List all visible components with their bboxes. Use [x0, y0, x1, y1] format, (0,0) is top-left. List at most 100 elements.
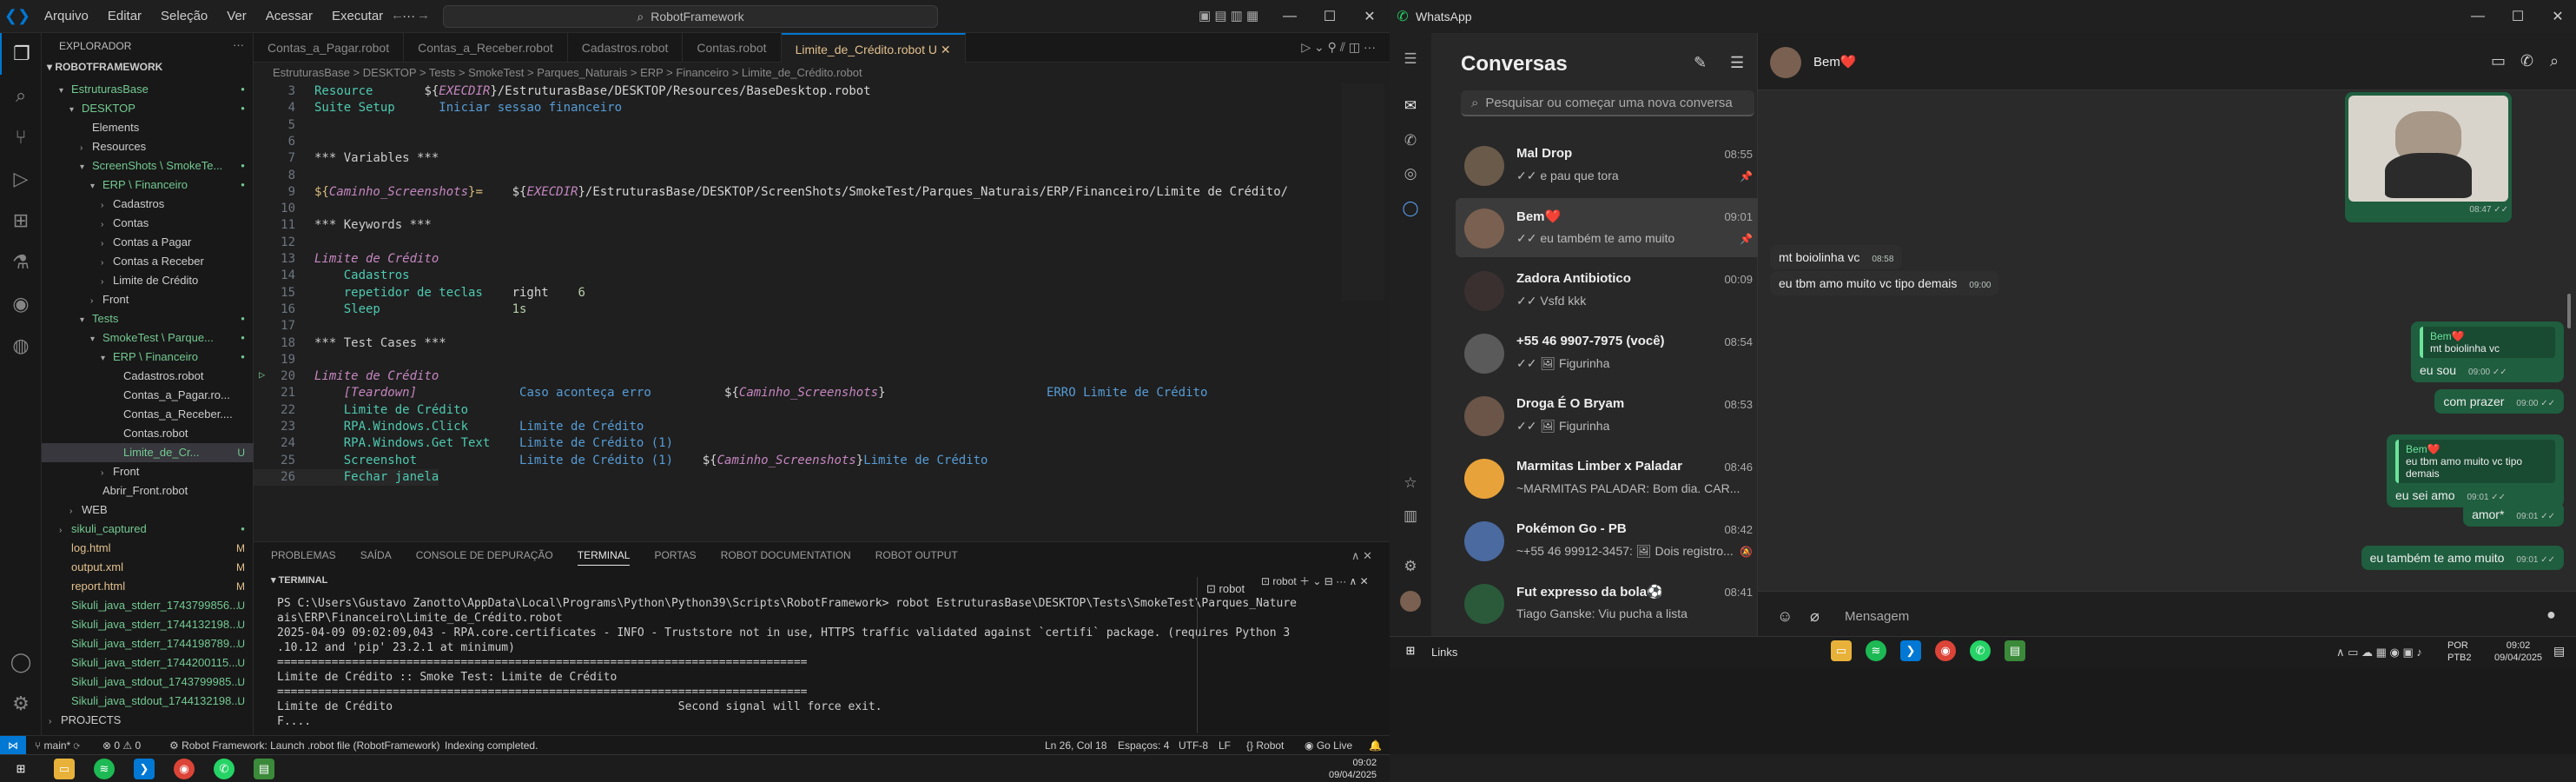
tree-item[interactable]: log.html M — [42, 539, 254, 558]
code-line[interactable]: 20 Limite de Crédito — [254, 368, 439, 385]
vscode-icon-2[interactable]: ❯ — [1900, 640, 1921, 661]
terminal-list-item[interactable]: ⊡ robot — [1198, 577, 1390, 601]
code-line[interactable]: 5 — [254, 117, 314, 134]
tree-item[interactable]: ▾ ERP \ Financeiro ● — [42, 176, 254, 195]
tree-item[interactable]: Cadastros.robot — [42, 367, 254, 386]
code-line[interactable]: 6 — [254, 134, 314, 150]
problems-indicator[interactable]: ⊗ 0 ⚠ 0 — [102, 739, 141, 752]
notification-center-icon[interactable]: ▤ — [2553, 644, 2565, 659]
archived-icon[interactable]: ▥ — [1400, 506, 1421, 527]
app-green-icon-2[interactable]: ▤ — [2005, 640, 2025, 661]
forward-arrow-icon[interactable]: → — [417, 8, 430, 23]
tree-item[interactable]: › Front — [42, 290, 254, 309]
indentation-status[interactable]: Espaços: 4 — [1118, 739, 1169, 752]
whatsapp-icon-2[interactable]: ✆ — [1970, 640, 1991, 661]
incoming-message[interactable]: eu tbm amo muito vc tipo demais 09:00 — [1770, 271, 2000, 295]
file-explorer-icon-2[interactable]: ▭ — [1831, 640, 1852, 661]
spotify-icon-2[interactable]: ≋ — [1866, 640, 1886, 661]
calls-icon[interactable]: ✆ — [1400, 130, 1421, 151]
cursor-position[interactable]: Ln 26, Col 18 — [1045, 739, 1106, 752]
quoted-message[interactable]: Bem❤️ mt boiolinha vc — [2420, 327, 2555, 358]
chat-list-item[interactable]: Marmitas Limber x Paladar 08:46 ~MARMITAS … — [1456, 448, 1768, 507]
chat-list-item[interactable]: Mal Drop 08:55 ✓✓ e pau que tora 📌 — [1456, 136, 1768, 195]
chat-list-item[interactable]: Pokémon Go - PB 08:42 ~+55 46 99912-3457: … — [1456, 511, 1768, 570]
close-button[interactable]: ✕ — [1350, 0, 1390, 33]
menu-ver[interactable]: Ver — [217, 9, 256, 23]
menu-editar[interactable]: Editar — [98, 9, 151, 23]
robot-launch-status[interactable]: ⚙ Robot Framework: Launch .robot file (R… — [169, 739, 440, 752]
command-center-search[interactable]: ⌕ RobotFramework — [443, 5, 938, 28]
tree-item[interactable]: ▾ Tests ● — [42, 309, 254, 328]
tree-item[interactable]: › Cadastros — [42, 195, 254, 214]
wa-windows-start-icon[interactable]: ⊞ — [1400, 640, 1421, 661]
tray-icons[interactable]: ∧ ▭ ☁ ▦ ◉ ▣ ♪ — [2336, 646, 2422, 659]
code-line[interactable]: 19 — [254, 352, 314, 368]
code-line[interactable]: 11 *** Keywords *** — [254, 217, 432, 234]
app-green-icon[interactable]: ▤ — [254, 759, 274, 779]
tree-item[interactable]: Contas.robot — [42, 424, 254, 443]
tree-item[interactable]: ▾ DESKTOP ● — [42, 99, 254, 118]
links-toolbar[interactable]: Links — [1431, 646, 1457, 659]
panel-tab-saida[interactable]: SAÍDA — [360, 549, 392, 566]
chat-scrollbar[interactable] — [2567, 294, 2571, 328]
outgoing-message[interactable]: Bem❤️ mt boiolinha vc eu sou 09:00 ✓✓ — [2411, 321, 2564, 382]
code-line[interactable]: 22 Limite de Crédito — [254, 402, 468, 419]
chrome-icon-2[interactable]: ◉ — [1935, 640, 1956, 661]
code-line[interactable]: 13 Limite de Crédito — [254, 251, 439, 268]
code-line[interactable]: 4 Suite Setup Iniciar sessao financeiro — [254, 100, 622, 116]
status-icon[interactable]: ◎ — [1400, 163, 1421, 184]
tree-item[interactable]: › PROJECTS — [42, 711, 254, 730]
tree-item[interactable]: Limite_de_Cr... U — [42, 443, 254, 462]
code-lines[interactable]: 3 Resource ${EXECDIR}/EstruturasBase/DESK… — [254, 83, 1390, 535]
tree-item[interactable]: › WEB — [42, 500, 254, 520]
panel-actions-icon[interactable]: ∧ ✕ — [1351, 549, 1372, 563]
tree-item[interactable]: Elements — [42, 118, 254, 137]
tab-contas[interactable]: Contas.robot — [683, 33, 782, 63]
panel-tab-problemas[interactable]: PROBLEMAS — [271, 549, 336, 566]
code-line[interactable]: 16 Sleep 1s — [254, 302, 526, 318]
whatsapp-taskbar-icon[interactable]: ✆ — [214, 759, 234, 779]
tree-item[interactable]: Sikuli_java_stdout_1744132198... U — [42, 692, 254, 711]
tree-item[interactable]: ▾ ScreenShots \ SmokeTe... ● — [42, 156, 254, 176]
tree-item[interactable]: report.html M — [42, 577, 254, 596]
input-language[interactable]: POR PTB2 — [2447, 640, 2472, 664]
microphone-icon[interactable]: ● — [2546, 606, 2556, 624]
code-line[interactable]: 9 ${Caminho_Screenshots}= ${EXECDIR}/Estr… — [254, 184, 1289, 201]
profile-avatar[interactable] — [1400, 591, 1421, 612]
close-tab-icon[interactable]: ✕ — [941, 43, 951, 56]
tree-item[interactable]: › Resources — [42, 137, 254, 156]
windows-start-icon[interactable]: ⊞ — [10, 759, 31, 779]
file-explorer-icon[interactable]: ▭ — [54, 759, 75, 779]
vscode-taskbar-icon[interactable]: ❯ — [134, 759, 155, 779]
go-live-button[interactable]: ◉ Go Live — [1305, 739, 1352, 752]
panel-tab-terminal[interactable]: TERMINAL — [577, 549, 631, 566]
github-icon[interactable]: ◉ — [0, 283, 42, 325]
menu-executar[interactable]: Executar — [322, 9, 393, 23]
account-icon[interactable]: ◯ — [0, 641, 42, 683]
wa-settings-icon[interactable]: ⚙ — [1400, 556, 1421, 577]
taskbar-clock-right[interactable]: 09:02 09/04/2025 — [2494, 640, 2542, 664]
code-line[interactable]: 7 *** Variables *** — [254, 150, 439, 167]
tab-contas-a-pagar[interactable]: Contas_a_Pagar.robot — [254, 33, 405, 63]
code-line[interactable]: 8 — [254, 168, 314, 184]
tree-item[interactable]: › Contas a Pagar — [42, 233, 254, 252]
tab-limite-de-credito[interactable]: Limite_de_Crédito.robot U ✕ — [781, 33, 966, 63]
panel-tab-robot-doc[interactable]: ROBOT DOCUMENTATION — [721, 549, 851, 566]
menu-arquivo[interactable]: Arquivo — [35, 9, 98, 23]
workspace-root[interactable]: ▾ ROBOTFRAMEWORK — [47, 61, 162, 73]
back-arrow-icon[interactable]: ← — [391, 8, 404, 23]
tree-item[interactable]: Abrir_Front.robot — [42, 481, 254, 500]
outgoing-message[interactable]: amor* 09:01 ✓✓ — [2463, 502, 2564, 527]
panel-tab-console[interactable]: CONSOLE DE DEPURAÇÃO — [416, 549, 553, 566]
tree-item[interactable]: Sikuli_java_stderr_1744198789... U — [42, 634, 254, 653]
eol-status[interactable]: LF — [1219, 739, 1231, 752]
language-mode[interactable]: {} Robot — [1246, 739, 1284, 752]
remote-indicator-icon[interactable]: ⋈ — [0, 736, 26, 755]
search-icon[interactable]: ⌕ — [0, 75, 42, 116]
attach-icon[interactable]: ⌀ — [1810, 607, 1820, 626]
code-line[interactable]: 21 [Teardown] Caso aconteça erro ${Camin… — [254, 385, 1207, 401]
meta-ai-icon[interactable]: ◯ — [1400, 198, 1421, 219]
settings-gear-icon[interactable]: ⚙ — [0, 683, 42, 725]
outgoing-message[interactable]: com prazer 09:00 ✓✓ — [2434, 389, 2564, 414]
run-debug-icon[interactable]: ▷ — [0, 158, 42, 200]
